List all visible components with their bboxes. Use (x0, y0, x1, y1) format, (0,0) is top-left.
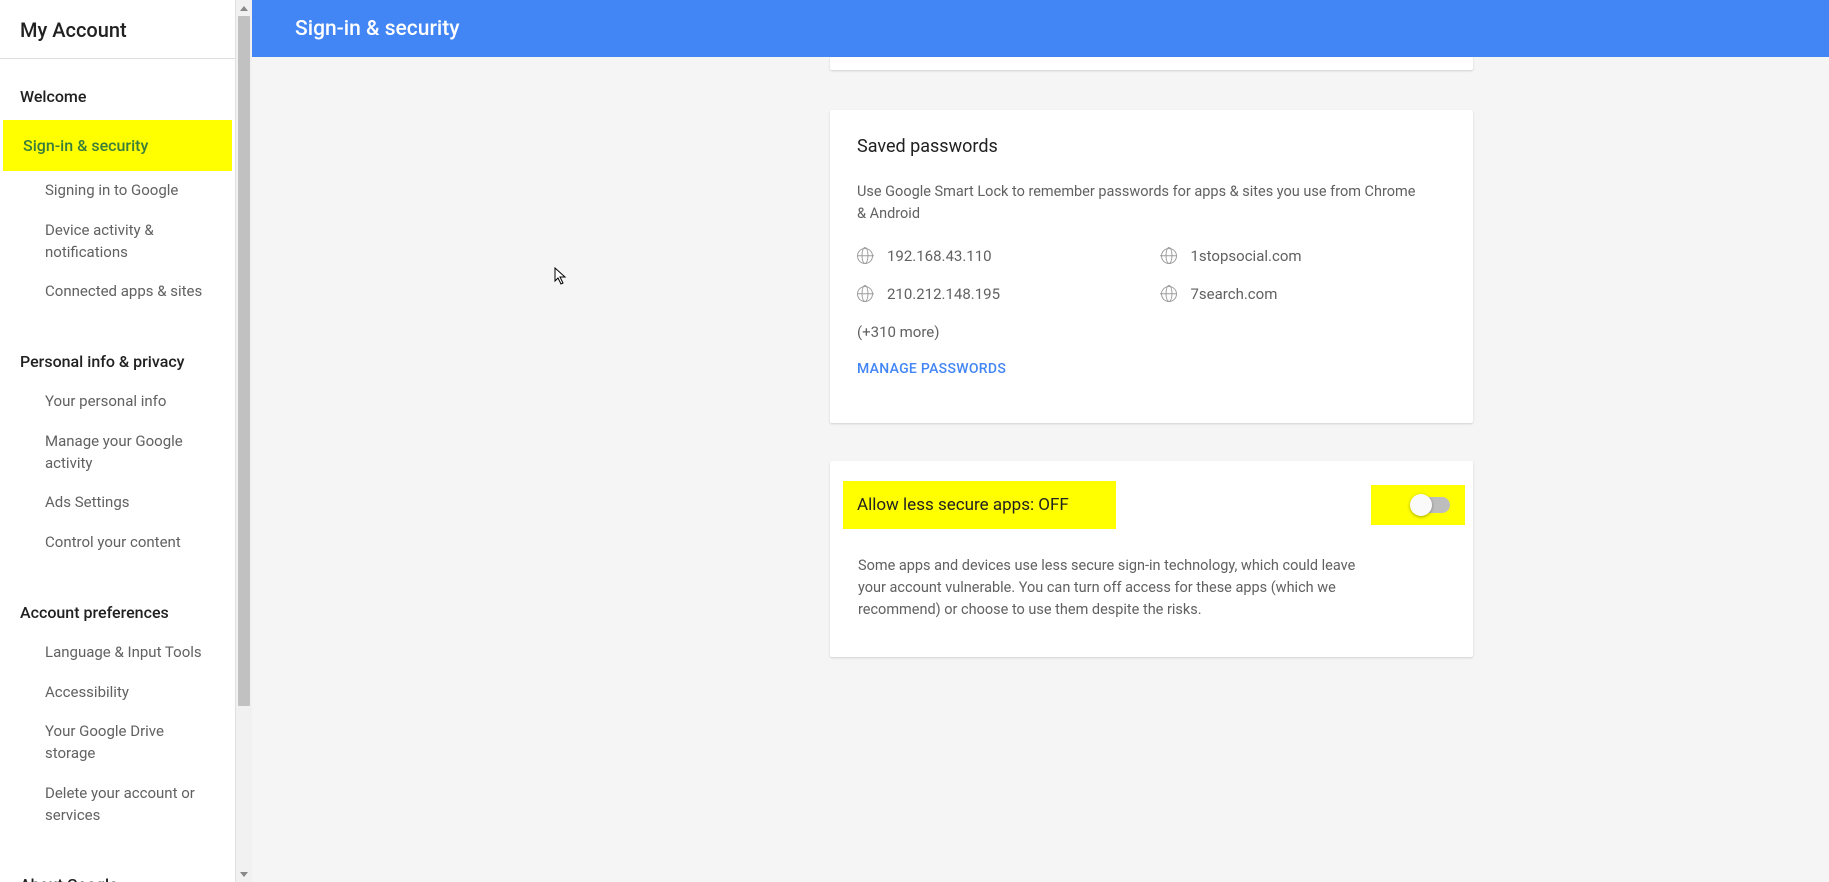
nav-ads-settings[interactable]: Ads Settings (0, 483, 235, 523)
sidebar-nav: Welcome Sign-in & security Signing in to… (0, 59, 235, 882)
nav-accessibility[interactable]: Accessibility (0, 673, 235, 713)
manage-passwords-link[interactable]: MANAGE PASSWORDS (857, 361, 1446, 377)
nav-control-your-content[interactable]: Control your content (0, 523, 235, 563)
nav-delete-account-services[interactable]: Delete your account or services (0, 774, 235, 836)
nav-manage-google-activity[interactable]: Manage your Google activity (0, 422, 235, 484)
sidebar-header: My Account (0, 0, 235, 59)
card-less-secure-apps: Allow less secure apps: OFF Some apps an… (830, 461, 1473, 657)
less-secure-apps-title-wrap: Allow less secure apps: OFF (843, 481, 1116, 529)
password-item[interactable]: 1stopsocial.com (1161, 247, 1447, 265)
nav-language-input-tools[interactable]: Language & Input Tools (0, 626, 235, 673)
less-secure-apps-desc: Some apps and devices use less secure si… (838, 529, 1398, 620)
saved-passwords-title: Saved passwords (857, 136, 1446, 157)
nav-welcome[interactable]: Welcome (0, 87, 235, 120)
globe-icon (857, 248, 873, 264)
less-secure-apps-toggle-wrap (1371, 485, 1465, 525)
password-list: 192.168.43.110 1stopsocial.com 210.212.1… (857, 247, 1446, 303)
password-item[interactable]: 7search.com (1161, 285, 1447, 303)
scrollbar-thumb[interactable] (238, 16, 250, 706)
less-secure-apps-title: Allow less secure apps: OFF (857, 495, 1069, 515)
sidebar-scrollbar[interactable] (236, 0, 252, 882)
globe-icon (1161, 286, 1177, 302)
page-title: Sign-in & security (295, 17, 460, 41)
less-secure-apps-toggle[interactable] (1412, 497, 1450, 513)
globe-icon (857, 286, 873, 302)
sidebar: My Account Welcome Sign-in & security Si… (0, 0, 236, 882)
nav-connected-apps-sites[interactable]: Connected apps & sites (0, 272, 235, 312)
main-content: Saved passwords Use Google Smart Lock to… (252, 57, 1829, 882)
card-saved-passwords: Saved passwords Use Google Smart Lock to… (830, 110, 1473, 423)
nav-signing-in-to-google[interactable]: Signing in to Google (0, 171, 235, 211)
password-item-label: 210.212.148.195 (887, 285, 1000, 303)
topbar: Sign-in & security (252, 0, 1829, 57)
nav-account-preferences[interactable]: Account preferences (0, 563, 235, 626)
mouse-cursor-icon (554, 267, 570, 287)
nav-about-google[interactable]: About Google (0, 835, 235, 882)
nav-google-drive-storage[interactable]: Your Google Drive storage (0, 712, 235, 774)
nav-your-personal-info[interactable]: Your personal info (0, 375, 235, 422)
globe-icon (1161, 248, 1177, 264)
scroll-up-icon[interactable] (236, 0, 252, 16)
nav-device-activity-notifications[interactable]: Device activity & notifications (0, 211, 235, 273)
scroll-down-icon[interactable] (236, 866, 252, 882)
password-item-label: 7search.com (1191, 285, 1278, 303)
card-previous-stub (830, 57, 1473, 70)
nav-personal-info-privacy[interactable]: Personal info & privacy (0, 312, 235, 375)
password-more-count: (+310 more) (857, 323, 1446, 341)
saved-passwords-desc: Use Google Smart Lock to remember passwo… (857, 181, 1417, 225)
password-item[interactable]: 210.212.148.195 (857, 285, 1143, 303)
password-item-label: 192.168.43.110 (887, 247, 992, 265)
nav-signin-security[interactable]: Sign-in & security (3, 120, 232, 171)
password-item[interactable]: 192.168.43.110 (857, 247, 1143, 265)
toggle-knob (1410, 494, 1432, 516)
password-item-label: 1stopsocial.com (1191, 247, 1302, 265)
